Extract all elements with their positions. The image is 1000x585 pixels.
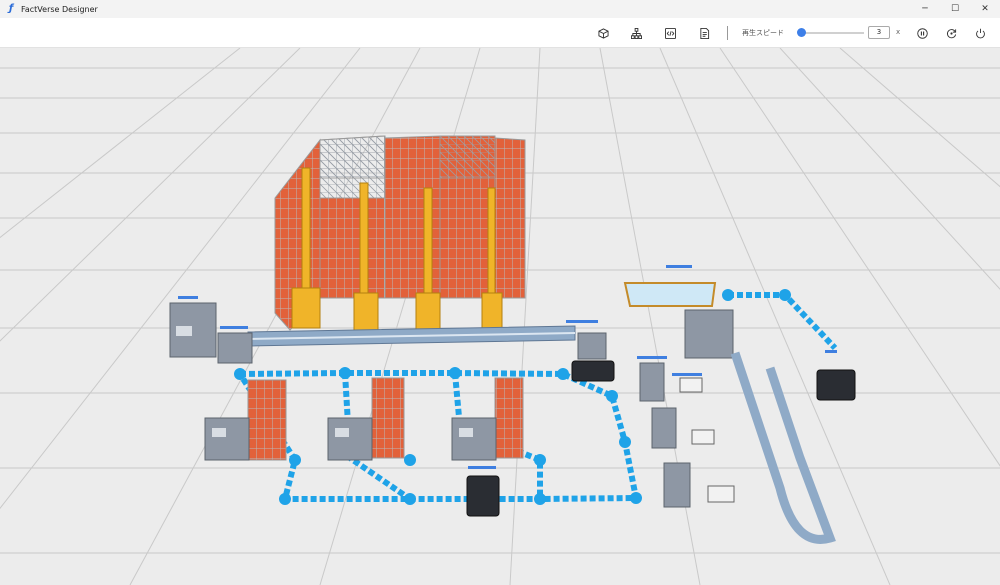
3d-scene-viewport[interactable] [0,48,1000,585]
reset-icon[interactable] [944,26,958,40]
toolbar-separator [727,26,728,40]
curved-conveyor [730,351,836,544]
app-title: FactVerse Designer [21,4,98,14]
factory-scene [0,48,1000,585]
document-icon[interactable] [697,26,711,40]
close-button[interactable]: ✕ [970,0,1000,18]
speed-slider-thumb[interactable] [797,28,806,37]
hierarchy-icon[interactable] [629,26,643,40]
speed-unit-label: x [896,28,901,36]
window-controls: ─ ☐ ✕ [910,0,1000,18]
code-icon[interactable] [663,26,677,40]
title-bar: ƒ FactVerse Designer ─ ☐ ✕ [0,0,1000,18]
speed-input[interactable]: 3 [868,26,890,39]
factverse-logo-icon: ƒ [8,3,14,14]
cube-icon[interactable] [596,26,610,40]
power-icon[interactable] [973,26,987,40]
tank-area [623,282,717,307]
maximize-button[interactable]: ☐ [940,0,970,18]
minimize-button[interactable]: ─ [910,0,940,18]
main-conveyor [247,325,576,347]
toolbar: 再生スピード 3 x [0,18,1000,48]
pause-icon[interactable] [915,26,929,40]
speed-slider[interactable] [800,32,864,34]
playback-speed-label: 再生スピード [742,29,784,37]
